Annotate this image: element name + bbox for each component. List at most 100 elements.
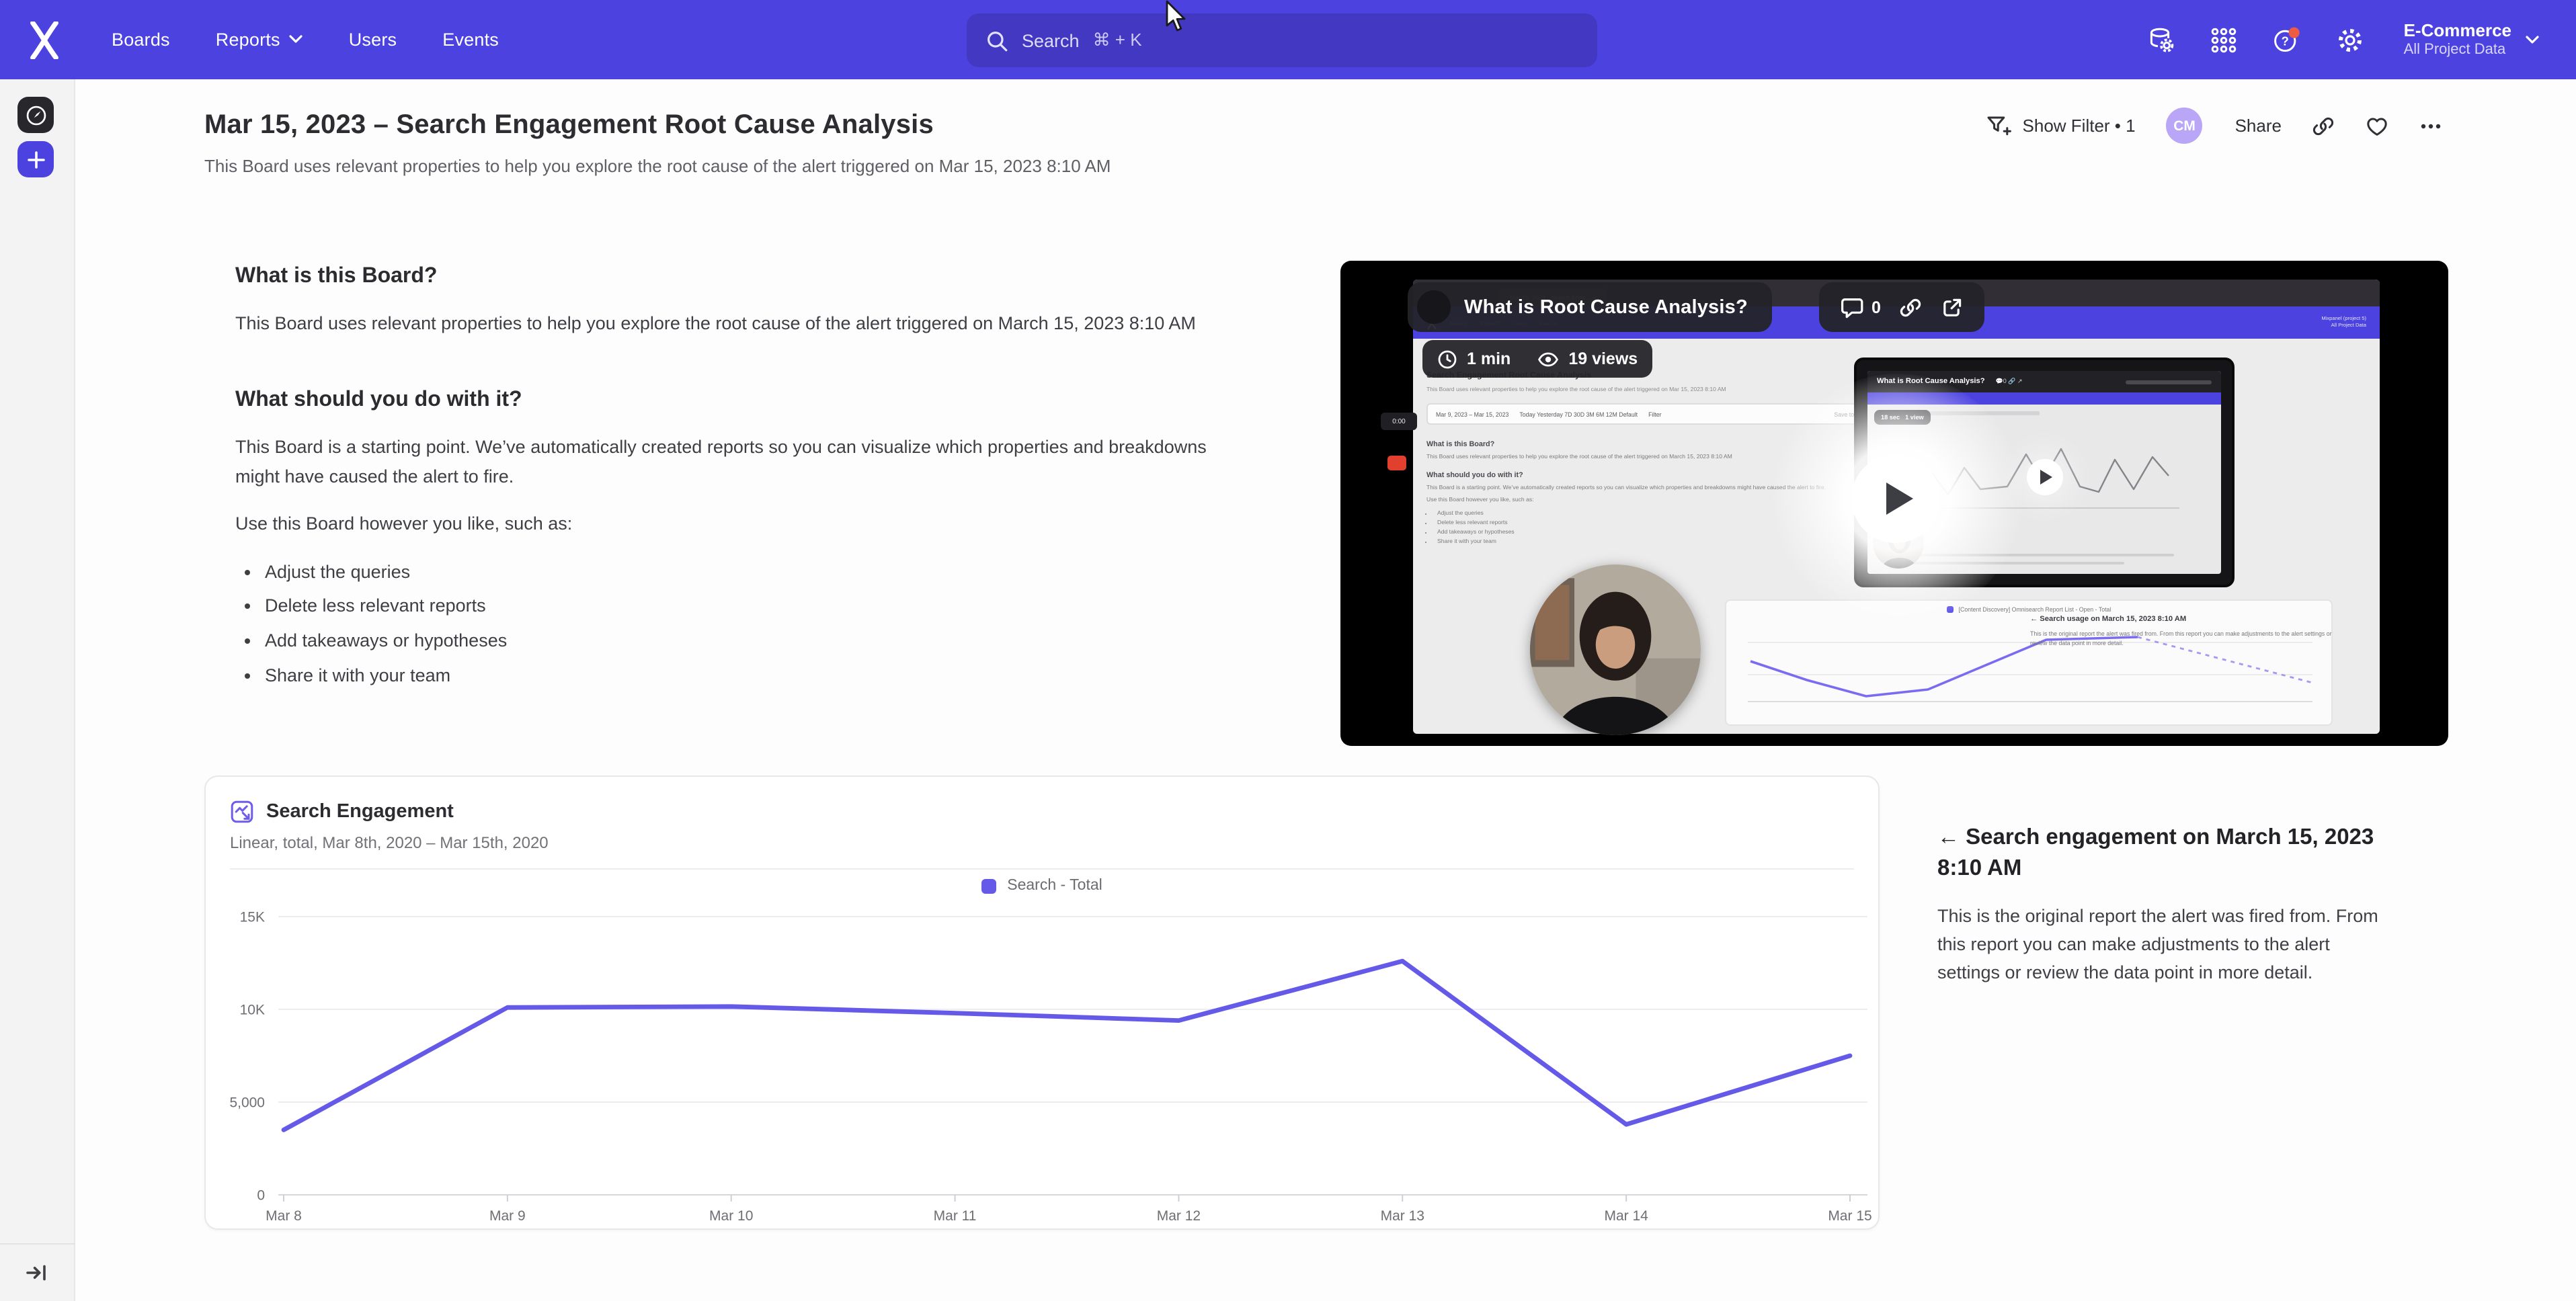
nav-item-events[interactable]: Events	[442, 30, 499, 50]
engagement-line-chart: 05,00010K15KMar 8Mar 9Mar 10Mar 11Mar 12…	[206, 902, 1881, 1235]
plus-icon	[26, 150, 45, 169]
filter-funnel-icon	[1986, 114, 2012, 138]
help-icon[interactable]: ?	[2272, 25, 2302, 54]
notification-dot	[2288, 27, 2299, 38]
board-toolbar: Show Filter • 1 CM Share	[1986, 108, 2443, 144]
mixpanel-logo-icon[interactable]	[28, 21, 61, 58]
search-icon	[985, 29, 1008, 52]
preview-range-shortcuts: Today Yesterday 7D 30D 3M 6M 12M Default	[1519, 411, 1638, 417]
svg-text:0: 0	[257, 1188, 265, 1204]
nested-play-button	[2026, 458, 2062, 495]
svg-text:10K: 10K	[240, 1003, 265, 1018]
legend-swatch	[981, 878, 996, 893]
project-switcher[interactable]: E-Commerce All Project Data	[2404, 19, 2540, 60]
nav-item-reports-label: Reports	[216, 30, 280, 50]
search-placeholder: Search	[1022, 30, 1080, 50]
presenter-webcam-bubble	[1530, 564, 1701, 735]
use-list: Adjust the queries Delete less relevant …	[265, 557, 1237, 691]
svg-text:?: ?	[2281, 33, 2288, 47]
nav-menu: Boards Reports Users Events	[112, 30, 499, 50]
recording-timer: 0:00	[1381, 413, 1417, 430]
alert-annotation: ← Search engagement on March 15, 2023 8:…	[1937, 823, 2386, 987]
more-options-button[interactable]	[2419, 114, 2443, 138]
mouse-cursor	[1164, 0, 1186, 35]
report-card-search-engagement[interactable]: Search Engagement Linear, total, Mar 8th…	[204, 775, 1880, 1230]
comment-icon[interactable]	[1839, 295, 1865, 319]
nav-item-reports[interactable]: Reports	[216, 30, 303, 50]
preview-legend-label: [Content Discovery] Omnisearch Report Li…	[1959, 606, 2111, 613]
nav-utilities: ? E-Commerce All Project Data	[2146, 0, 2540, 79]
global-search-input[interactable]: Search ⌘ + K	[967, 13, 1597, 67]
nav-item-boards[interactable]: Boards	[112, 30, 170, 50]
annotation-heading: ← Search engagement on March 15, 2023 8:…	[1937, 823, 2386, 884]
data-management-icon[interactable]	[2146, 25, 2175, 54]
list-item: Share it with your team	[265, 661, 1237, 691]
search-shortcut: ⌘ + K	[1093, 30, 1142, 51]
svg-text:Mar 15: Mar 15	[1828, 1208, 1871, 1224]
nav-item-users[interactable]: Users	[349, 30, 397, 50]
video-stats: 1 min 19 views	[1422, 340, 1652, 378]
svg-text:Mar 14: Mar 14	[1604, 1208, 1648, 1224]
expand-sidebar-button[interactable]	[24, 1261, 48, 1285]
settings-gear-icon[interactable]	[2335, 25, 2365, 54]
legend-label: Search - Total	[1007, 878, 1102, 894]
embedded-video-player[interactable]: Mar 15, 2023 - Search Enga... × Boards R…	[1340, 261, 2448, 746]
section-body-what-should: This Board is a starting point. We’ve au…	[235, 433, 1237, 493]
list-item: Delete less relevant reports	[265, 592, 1237, 622]
comment-count: 0	[1871, 298, 1881, 317]
open-external-icon[interactable]	[1940, 295, 1964, 319]
report-subtitle: Linear, total, Mar 8th, 2020 – Mar 15th,…	[230, 833, 1854, 852]
compass-icon	[24, 103, 48, 127]
show-filter-button[interactable]: Show Filter • 1	[1986, 114, 2136, 138]
video-duration: 1 min	[1467, 349, 1511, 368]
svg-text:15K: 15K	[240, 910, 265, 925]
video-views: 19 views	[1568, 349, 1638, 368]
play-button[interactable]	[1851, 454, 1940, 543]
report-card-header: Search Engagement Linear, total, Mar 8th…	[206, 777, 1878, 870]
nested-video-icons: 💬0 🔗 ↗	[1996, 378, 2023, 386]
share-button[interactable]: Share	[2235, 116, 2282, 136]
presenter-avatar	[1417, 290, 1451, 324]
chevron-down-icon	[290, 35, 303, 44]
collaborator-avatar[interactable]: CM	[2167, 108, 2203, 144]
section-heading-what-should: What should you do with it?	[235, 388, 1237, 413]
nested-video-progress	[2126, 380, 2212, 384]
video-actions: 0	[1819, 282, 1984, 332]
page-title: Mar 15, 2023 – Search Engagement Root Ca…	[204, 110, 934, 141]
section-heading-what-is: What is this Board?	[235, 265, 1237, 289]
views-eye-icon	[1536, 349, 1559, 369]
left-rail	[0, 79, 75, 1301]
list-item: Add takeaways or hypotheses	[265, 626, 1237, 656]
section-body-what-is: This Board uses relevant properties to h…	[235, 309, 1237, 339]
recording-stop-button	[1387, 456, 1406, 470]
page-subtitle: This Board uses relevant properties to h…	[204, 156, 1111, 176]
use-list-intro: Use this Board however you like, such as…	[235, 510, 1237, 540]
chevron-down-icon	[2525, 34, 2540, 45]
boards-home-button[interactable]	[17, 97, 54, 133]
chart-legend: Search - Total	[206, 870, 1878, 902]
svg-text:Mar 12: Mar 12	[1157, 1208, 1201, 1224]
preview-annotation: ← Search usage on March 15, 2023 8:10 AM…	[2030, 616, 2337, 648]
list-item: Adjust the queries	[265, 557, 1237, 587]
svg-text:Mar 13: Mar 13	[1381, 1208, 1424, 1224]
video-title: What is Root Cause Analysis?	[1464, 296, 1748, 318]
favorite-heart-icon[interactable]	[2365, 114, 2389, 138]
svg-text:Mar 8: Mar 8	[266, 1208, 302, 1224]
copy-link-icon[interactable]	[2311, 114, 2335, 138]
project-scope: All Project Data	[2404, 42, 2511, 60]
svg-text:5,000: 5,000	[229, 1095, 265, 1111]
clock-icon	[1437, 349, 1457, 369]
top-nav: Boards Reports Users Events Search ⌘ + K	[0, 0, 2576, 79]
report-chart-icon	[230, 800, 254, 824]
preview-project-switcher: Mixpanel (project 5) All Project Data	[2321, 316, 2366, 329]
apps-grid-icon[interactable]	[2209, 25, 2239, 54]
create-new-button[interactable]	[17, 141, 54, 177]
video-title-bar: What is Root Cause Analysis?	[1408, 282, 1772, 332]
annotation-body: This is the original report the alert wa…	[1937, 901, 2386, 987]
svg-text:Mar 9: Mar 9	[489, 1208, 526, 1224]
show-filter-label: Show Filter • 1	[2023, 116, 2136, 136]
board-description: What is this Board? This Board uses rele…	[235, 265, 1237, 696]
link-icon[interactable]	[1898, 295, 1923, 319]
preview-filter: Filter	[1648, 411, 1662, 417]
svg-text:Mar 11: Mar 11	[934, 1208, 977, 1224]
